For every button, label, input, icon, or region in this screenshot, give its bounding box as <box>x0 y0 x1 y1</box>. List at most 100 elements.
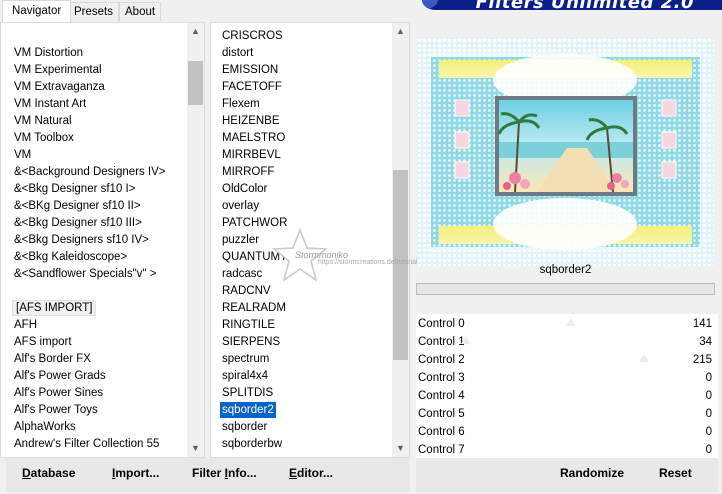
import-button[interactable]: Import... <box>112 466 159 480</box>
category-item[interactable]: VM Toolbox <box>14 130 74 146</box>
category-item[interactable]: &<Bkg Designers sf10 IV> <box>14 232 149 248</box>
preview-image <box>417 38 714 266</box>
category-items: VM Distortion VM Experimental VM Extravaga… <box>1 23 187 457</box>
filter-item[interactable]: HEIZENBE <box>222 113 280 129</box>
filter-info-button-label: nfo... <box>228 466 257 480</box>
control-label: Control 2 <box>418 354 465 366</box>
slider-knob-icon[interactable] <box>638 354 649 362</box>
control-label: Control 6 <box>418 426 465 438</box>
control-row[interactable]: Control 0 141 <box>416 315 718 333</box>
slider-knob-icon[interactable] <box>566 318 577 326</box>
category-item[interactable]: &<Bkg Designer sf10 III> <box>14 215 142 231</box>
category-item[interactable]: AlphaWorks <box>14 419 76 435</box>
filter-item[interactable]: sqborderbw <box>222 436 282 452</box>
filter-item[interactable]: CRISCROS <box>222 28 283 44</box>
control-row[interactable]: Control 7 0 <box>416 441 718 459</box>
category-item[interactable]: &<Background Designers IV> <box>14 164 166 180</box>
category-item[interactable]: [AFS IMPORT] <box>12 300 97 316</box>
category-item[interactable]: Alf's Power Grads <box>14 368 106 384</box>
filter-item[interactable]: distort <box>222 45 253 61</box>
filter-item[interactable]: spiral4x4 <box>222 368 268 384</box>
left-button-bar: Database Import... Filter Info... Editor… <box>6 458 410 492</box>
editor-button-label: ditor... <box>297 466 334 480</box>
control-label: Control 5 <box>418 408 465 420</box>
filter-item[interactable]: MIRRBEVL <box>222 147 281 163</box>
control-label: Control 7 <box>418 444 465 456</box>
category-item[interactable]: VM Instant Art <box>14 96 86 112</box>
category-item[interactable]: Alf's Border FX <box>14 351 91 367</box>
filter-item[interactable]: SPLITDIS <box>222 385 273 401</box>
app-title: Filters Unlimited 2.0 <box>476 0 694 10</box>
control-row[interactable]: Control 6 0 <box>416 423 718 441</box>
filter-info-button[interactable]: Filter Info... <box>192 466 257 480</box>
category-item[interactable]: AFH <box>14 317 37 333</box>
filter-item[interactable]: FACETOFF <box>222 79 282 95</box>
category-item[interactable]: Alf's Power Toys <box>14 402 98 418</box>
control-value: 141 <box>692 318 712 330</box>
filter-item[interactable]: EMISSION <box>222 62 278 78</box>
scroll-down-icon[interactable]: ▼ <box>392 440 409 457</box>
control-value: 215 <box>692 354 712 366</box>
category-item[interactable]: Andrew's Filter Collection 55 <box>14 436 159 452</box>
editor-button-accel: E <box>289 466 298 480</box>
category-scrollbar[interactable]: ▲ ▼ <box>187 23 204 457</box>
category-item[interactable]: VM <box>14 147 31 163</box>
filter-item[interactable]: sqborder2 <box>220 402 276 418</box>
filter-item[interactable]: spectrum <box>222 351 269 367</box>
tab-bar: Navigator Presets About Filters Unlimite… <box>0 0 722 22</box>
control-label: Control 3 <box>418 372 465 384</box>
control-row[interactable]: Control 2 215 <box>416 351 718 369</box>
filter-item[interactable]: REALRADM <box>222 300 286 316</box>
filter-item[interactable]: puzzler <box>222 232 259 248</box>
filter-scrollbar[interactable]: ▲ ▼ <box>392 23 409 457</box>
filter-item[interactable]: SIERPENS <box>222 334 280 350</box>
category-item[interactable]: AFS import <box>14 334 72 350</box>
control-sliders: Control 0 141 Control 1 34 Control 2 215 Contr… <box>416 314 718 458</box>
category-item[interactable]: &<Sandflower Specials"v" > <box>14 266 156 282</box>
filter-info-button-prefix: Filter <box>192 466 225 480</box>
control-row[interactable]: Control 3 0 <box>416 369 718 387</box>
tab-navigator[interactable]: Navigator <box>2 0 72 22</box>
scroll-up-icon[interactable]: ▲ <box>187 23 204 40</box>
filter-item[interactable]: RADCNV <box>222 283 271 299</box>
control-value: 0 <box>705 408 712 420</box>
filter-item[interactable]: OldColor <box>222 181 267 197</box>
database-button[interactable]: Database <box>22 466 75 480</box>
category-item[interactable]: VM Extravaganza <box>14 79 105 95</box>
control-value: 0 <box>705 390 712 402</box>
category-item[interactable]: &<BKg Designer sf10 II> <box>14 198 141 214</box>
tab-about[interactable]: About <box>119 2 162 21</box>
category-item[interactable]: Alf's Power Sines <box>14 385 103 401</box>
tab-presets[interactable]: Presets <box>68 2 119 21</box>
reset-button[interactable]: Reset <box>659 466 692 480</box>
category-item[interactable]: VM Natural <box>14 113 72 129</box>
randomize-button[interactable]: Randomize <box>560 466 624 480</box>
filter-item[interactable]: MIRROFF <box>222 164 274 180</box>
category-list[interactable]: VM Distortion VM Experimental VM Extravaga… <box>0 22 205 458</box>
filter-item[interactable]: sqborder <box>222 419 267 435</box>
filter-item[interactable]: Flexem <box>222 96 260 112</box>
category-item[interactable]: &<Bkg Kaleidoscope> <box>14 249 127 265</box>
control-label: Control 4 <box>418 390 465 402</box>
control-value: 34 <box>699 336 712 348</box>
category-item[interactable]: &<Bkg Designer sf10 I> <box>14 181 135 197</box>
control-label: Control 1 <box>418 336 465 348</box>
control-row[interactable]: Control 5 0 <box>416 405 718 423</box>
filter-item[interactable]: overlay <box>222 198 259 214</box>
filter-item[interactable]: MAELSTRO <box>222 130 285 146</box>
category-item[interactable]: VM Experimental <box>14 62 102 78</box>
control-label: Control 0 <box>418 318 465 330</box>
category-item[interactable]: VM Distortion <box>14 45 83 61</box>
filter-item[interactable]: RINGTILE <box>222 317 275 333</box>
right-button-bar: Randomize Reset <box>416 458 718 492</box>
control-value: 0 <box>705 426 712 438</box>
category-scroll-thumb[interactable] <box>188 61 203 106</box>
scroll-down-icon[interactable]: ▼ <box>187 440 204 457</box>
scroll-up-icon[interactable]: ▲ <box>392 23 409 40</box>
control-row[interactable]: Control 1 34 <box>416 333 718 351</box>
filter-item[interactable]: radcasc <box>222 266 262 282</box>
selected-filter-name: sqborder2 <box>539 264 592 276</box>
control-row[interactable]: Control 4 0 <box>416 387 718 405</box>
slider-knob-icon[interactable] <box>461 336 472 344</box>
editor-button[interactable]: Editor... <box>289 466 333 480</box>
